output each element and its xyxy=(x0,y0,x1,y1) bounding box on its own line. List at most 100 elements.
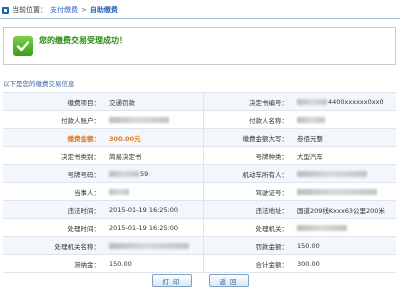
table-row: 处理时间： 2015-01-19 16:25:00 处理机关： xyxy=(3,218,396,237)
field-value: 300.00 xyxy=(291,254,396,273)
field-value: 150.00 xyxy=(291,236,396,255)
redacted-value xyxy=(109,116,169,123)
redacted-value xyxy=(109,170,139,177)
field-value-text: 交通罚款 xyxy=(109,98,135,107)
table-row: 滞纳金： 150.00 合计金额： 300.00 xyxy=(3,254,396,273)
field-value xyxy=(103,182,204,201)
field-label-text: 决定书类别： xyxy=(61,152,100,161)
field-label-text: 当事人： xyxy=(74,188,100,197)
breadcrumb-separator: > xyxy=(81,6,87,14)
field-value-text: 4400xxxxxx0xx0 xyxy=(328,97,384,106)
table-row: 号牌号码： 59 机动车所有人： xyxy=(3,164,396,183)
field-label-text: 缴费项目： xyxy=(67,98,101,107)
redacted-value xyxy=(109,188,129,195)
field-label-text: 违法地址： xyxy=(255,206,289,215)
field-value: 交通罚款 xyxy=(103,92,204,111)
field-label-text: 决定书编号： xyxy=(249,98,288,107)
field-value: 150.00 xyxy=(103,254,204,273)
table-row: 缴费金额： 300.00元 缴费金额大写： 叁佰元整 xyxy=(3,128,396,147)
breadcrumb-prefix: 当前位置： xyxy=(12,6,47,14)
redacted-value xyxy=(297,116,325,123)
field-value-text: 150.00 xyxy=(109,259,132,268)
field-label: 处理机关名称： xyxy=(3,236,103,255)
field-value: 大型汽车 xyxy=(291,146,396,165)
print-button[interactable]: 打 印 xyxy=(151,274,192,287)
field-label: 合计金额： xyxy=(203,254,291,273)
field-label: 决定书编号： xyxy=(203,92,291,111)
field-label: 罚款金额： xyxy=(203,236,291,255)
back-button[interactable]: 返 回 xyxy=(208,274,249,287)
field-value: 2015-01-19 16:25:00 xyxy=(103,200,204,219)
table-row: 缴费项目： 交通罚款 决定书编号： 4400xxxxxx0xx0 xyxy=(3,92,396,111)
table-row: 决定书类别： 简易决定书 号牌种类： 大型汽车 xyxy=(3,146,396,165)
header-divider xyxy=(0,18,400,19)
field-label-text: 号牌号码： xyxy=(67,170,101,179)
field-label: 机动车所有人： xyxy=(203,164,291,183)
section-title: 以下是您的缴费交易信息 xyxy=(3,80,75,88)
field-value: 叁佰元整 xyxy=(291,128,396,147)
transaction-info-table: 缴费项目： 交通罚款 决定书编号： 4400xxxxxx0xx0 付款人账户： 付款人名称… xyxy=(3,92,396,273)
field-value-text: 2015-01-19 16:25:00 xyxy=(109,205,179,214)
field-value-text: 大型汽车 xyxy=(297,152,323,161)
field-label: 付款人名称： xyxy=(203,110,291,129)
field-value xyxy=(291,110,396,129)
table-row: 处理机关名称： 罚款金额： 150.00 xyxy=(3,236,396,255)
breadcrumb-current: 自助缴费 xyxy=(89,6,118,14)
field-label: 缴费金额大写： xyxy=(203,128,291,147)
field-value: 59 xyxy=(103,164,204,183)
field-label-text: 合计金额： xyxy=(255,260,289,269)
checkmark-icon xyxy=(13,36,33,56)
field-label: 处理时间： xyxy=(3,218,103,237)
field-label: 付款人账户： xyxy=(3,110,103,129)
field-value-text: 简易决定书 xyxy=(109,152,142,161)
success-banner: 您的缴费交易受理成功！ xyxy=(3,27,396,65)
field-value xyxy=(291,164,396,183)
field-label: 违法时间： xyxy=(3,200,103,219)
redacted-value xyxy=(297,224,347,231)
field-value xyxy=(291,218,396,237)
field-label-text: 号牌种类： xyxy=(255,152,289,161)
field-value-text: 300.00 xyxy=(297,259,320,268)
field-label-text: 驾驶证号： xyxy=(255,188,289,197)
field-label: 号牌号码： xyxy=(3,164,103,183)
field-value: 简易决定书 xyxy=(103,146,204,165)
breadcrumb: 当前位置： 支付缴费 > 自助缴费 xyxy=(2,4,398,16)
field-value-text: 150.00 xyxy=(297,241,320,250)
redacted-value xyxy=(297,98,327,105)
action-buttons: 打 印 返 回 xyxy=(0,274,400,287)
field-value-text: 59 xyxy=(140,169,149,178)
field-value-text: 国道209线Kxxx63公里200米 xyxy=(297,206,385,215)
field-label: 滞纳金： xyxy=(3,254,103,273)
table-row: 当事人： 驾驶证号： xyxy=(3,182,396,201)
field-value: 2015-01-19 16:25:00 xyxy=(103,218,204,237)
breadcrumb-parent-link[interactable]: 支付缴费 xyxy=(50,5,78,15)
field-value xyxy=(103,236,204,255)
field-label: 缴费项目： xyxy=(3,92,103,111)
field-label: 处理机关： xyxy=(203,218,291,237)
field-label-text: 处理机关名称： xyxy=(54,242,101,251)
field-label-text: 罚款金额： xyxy=(255,242,289,251)
redacted-value xyxy=(297,188,377,195)
location-icon xyxy=(2,6,9,14)
field-label-text: 处理时间： xyxy=(67,224,101,233)
redacted-value xyxy=(297,170,367,177)
field-label: 决定书类别： xyxy=(3,146,103,165)
success-message: 您的缴费交易受理成功！ xyxy=(39,35,127,45)
field-label: 违法地址： xyxy=(203,200,291,219)
field-label-text: 处理机关： xyxy=(255,224,289,233)
field-label-text: 滞纳金： xyxy=(74,260,100,269)
field-label: 当事人： xyxy=(3,182,103,201)
field-value: 300.00元 xyxy=(103,128,204,147)
field-value xyxy=(291,182,396,201)
table-row: 付款人账户： 付款人名称： xyxy=(3,110,396,129)
field-value-text: 2015-01-19 16:25:00 xyxy=(109,223,179,232)
field-label: 驾驶证号： xyxy=(203,182,291,201)
field-label-text: 机动车所有人： xyxy=(242,170,289,179)
field-label-text: 违法时间： xyxy=(67,206,101,215)
field-label-text: 付款人账户： xyxy=(61,116,100,125)
field-label: 缴费金额： xyxy=(3,128,103,147)
field-label-text: 缴费金额： xyxy=(67,134,101,143)
field-label: 号牌种类： xyxy=(203,146,291,165)
field-value-text: 叁佰元整 xyxy=(297,134,323,143)
field-value xyxy=(103,110,204,129)
